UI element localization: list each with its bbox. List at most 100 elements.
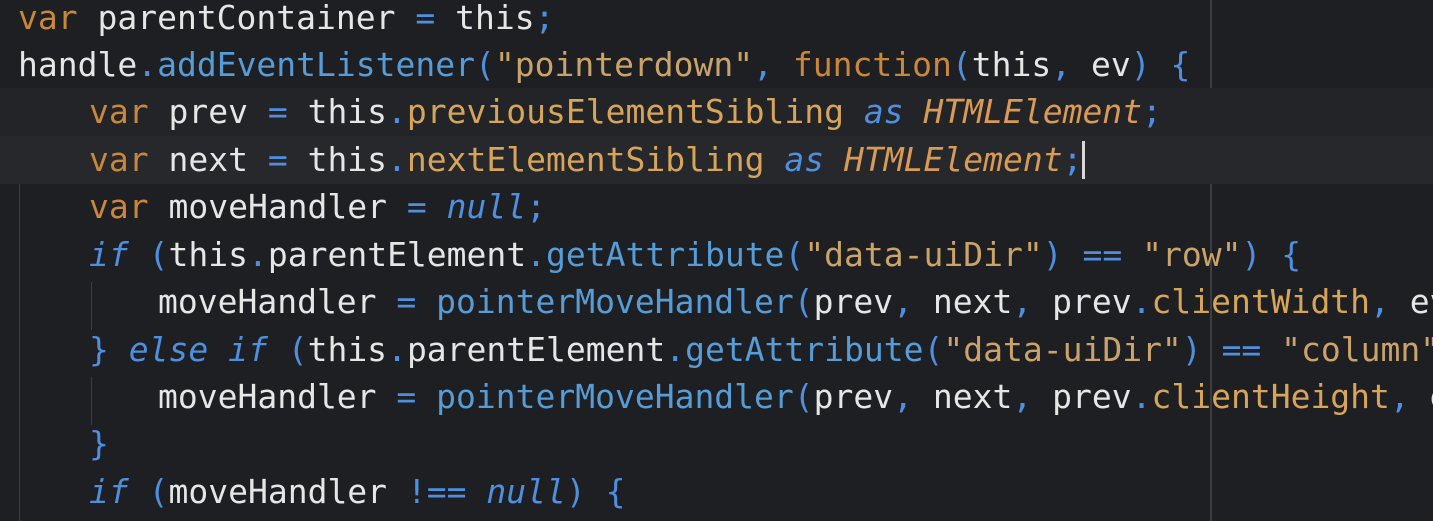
code-token: ,: [1012, 282, 1053, 321]
code-token: ) {: [1130, 45, 1191, 84]
code-token: (: [793, 282, 814, 321]
code-token: .: [247, 235, 268, 274]
code-token: this: [287, 92, 388, 131]
code-line[interactable]: }: [0, 420, 1433, 468]
code-token: if: [89, 472, 129, 511]
code-token: ,: [1389, 377, 1430, 416]
code-token: .: [665, 330, 686, 369]
code-token: prev: [1052, 377, 1132, 416]
code-line-text: moveHandler = pointerMoveHandler(prev, n…: [158, 278, 1433, 326]
code-token: prev: [813, 377, 894, 416]
code-token: ,: [753, 45, 793, 84]
code-token: prev: [1052, 282, 1132, 321]
code-line-text: var next = this.nextElementSibling as HT…: [89, 136, 1086, 184]
code-token: .: [387, 92, 407, 131]
code-line-text: if (moveHandler !== null) {: [89, 468, 625, 516]
code-token: this: [435, 0, 535, 37]
code-token: clientWidth: [1151, 282, 1371, 321]
code-token: (: [474, 45, 495, 84]
code-token: moveHandler: [148, 187, 407, 226]
code-token: (: [923, 330, 944, 369]
code-token: var: [18, 0, 78, 37]
code-token: nextElementSibling: [406, 140, 765, 179]
code-token: ev: [1409, 282, 1433, 321]
code-token: as: [764, 140, 845, 179]
code-line-text: handle.addEventListener("pointerdown", f…: [18, 41, 1190, 89]
code-line-text: var prev = this.previousElementSibling a…: [89, 88, 1162, 136]
code-token: parentElement: [406, 330, 666, 369]
code-token: ;: [526, 187, 546, 226]
code-token: (: [784, 235, 805, 274]
code-token: (: [951, 45, 972, 84]
code-token: HTMLElement: [923, 92, 1143, 131]
code-token: ,: [893, 377, 933, 416]
code-token: =: [396, 377, 417, 416]
code-token: function: [792, 45, 952, 84]
code-token: (: [128, 472, 169, 511]
code-line[interactable]: var next = this.nextElementSibling as HT…: [0, 136, 1433, 184]
code-line[interactable]: var moveHandler = null;: [0, 183, 1433, 231]
code-token: prev: [148, 92, 268, 131]
code-token: pointerMoveHandler: [416, 377, 794, 416]
code-token: ==: [1221, 330, 1262, 369]
code-token: ;: [1142, 92, 1162, 131]
code-token: .: [526, 235, 547, 274]
code-token: clientHeight: [1151, 377, 1390, 416]
code-token: ) {: [565, 472, 626, 511]
code-line[interactable]: if (this.parentElement.getAttribute("dat…: [0, 231, 1433, 279]
code-token: (: [128, 235, 169, 274]
code-token: ,: [1370, 282, 1410, 321]
code-token: "data-uiDir": [943, 330, 1182, 369]
code-line[interactable]: } else if (this.parentElement.getAttribu…: [0, 326, 1433, 374]
code-token: "column": [1261, 330, 1433, 369]
code-token: var: [89, 92, 149, 131]
code-token: null: [426, 187, 527, 226]
code-token: .: [137, 45, 158, 84]
code-token: moveHandler: [158, 377, 397, 416]
code-line[interactable]: handle.addEventListener("pointerdown", f…: [0, 41, 1433, 89]
code-token: HTMLElement: [844, 140, 1063, 179]
code-token: =: [267, 92, 288, 131]
code-token: .: [1131, 282, 1152, 321]
code-token: "row": [1122, 235, 1242, 274]
code-token: ,: [1012, 377, 1053, 416]
code-token: =: [396, 282, 417, 321]
code-token: parentContainer: [77, 0, 416, 37]
code-token: getAttribute: [685, 330, 924, 369]
code-token: prev: [813, 282, 894, 321]
code-token: parentElement: [267, 235, 527, 274]
code-token: "pointerdown": [494, 45, 754, 84]
text-caret: [1082, 140, 1086, 179]
code-token: var: [89, 187, 149, 226]
code-token: "data-uiDir": [804, 235, 1043, 274]
code-editor[interactable]: var parentContainer = this; handle.addEve…: [0, 0, 1433, 521]
code-token: getAttribute: [546, 235, 785, 274]
code-line-text: var parentContainer = this;: [18, 0, 554, 42]
code-line[interactable]: if (moveHandler !== null) {: [0, 468, 1433, 516]
code-token: moveHandler: [168, 472, 407, 511]
code-line[interactable]: var prev = this.previousElementSibling a…: [0, 88, 1433, 136]
code-token: this: [168, 235, 248, 274]
code-line[interactable]: moveHandler = pointerMoveHandler(prev, n…: [0, 373, 1433, 421]
code-line-text: var moveHandler = null;: [89, 183, 546, 231]
code-token: ): [1042, 235, 1083, 274]
code-token: ,: [1051, 45, 1091, 84]
code-token: =: [415, 0, 436, 37]
code-token: next: [932, 377, 1013, 416]
code-token: ,: [893, 282, 933, 321]
code-token: this: [971, 45, 1052, 84]
code-token: (: [793, 377, 814, 416]
code-token: ;: [534, 0, 555, 37]
code-line-text: if (this.parentElement.getAttribute("dat…: [89, 231, 1301, 279]
code-token: ): [1181, 330, 1222, 369]
code-token: .: [387, 140, 407, 179]
code-line[interactable]: moveHandler = pointerMoveHandler(prev, n…: [0, 278, 1433, 326]
code-line-text: }: [89, 420, 109, 468]
code-token: this: [287, 140, 388, 179]
code-token: =: [267, 140, 288, 179]
code-token: moveHandler: [158, 282, 397, 321]
code-token: else if: [108, 330, 268, 369]
code-token: next: [148, 140, 268, 179]
code-token: }: [89, 424, 109, 463]
code-line[interactable]: var parentContainer = this;: [0, 0, 1433, 42]
